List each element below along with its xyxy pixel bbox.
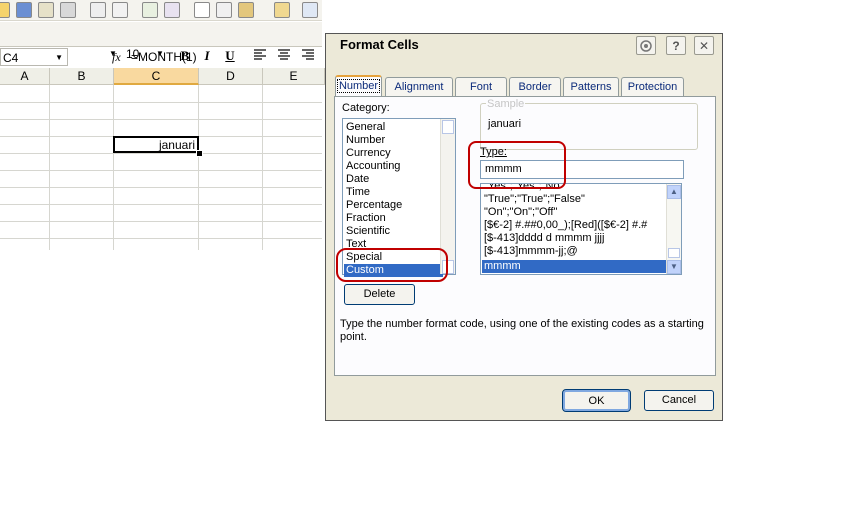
tab-protection[interactable]: Protection	[621, 77, 684, 96]
type-list[interactable]: "Yes";"Yes";"No" "True";"True";"False" "…	[480, 183, 682, 275]
align-center-button[interactable]	[275, 47, 293, 65]
tab-number-label: Number	[336, 79, 381, 93]
scrollbar-thumb[interactable]	[668, 248, 680, 258]
category-date[interactable]: Date	[346, 173, 369, 186]
annotation-oval-type	[468, 141, 566, 189]
undo-icon[interactable]	[302, 2, 318, 18]
formula-bar[interactable]: =MONTH(1)	[131, 50, 197, 64]
category-general[interactable]: General	[346, 121, 385, 134]
print-icon[interactable]	[60, 2, 76, 18]
delete-button[interactable]: Delete	[344, 284, 415, 305]
print-preview-zoom-icon[interactable]	[112, 2, 128, 18]
column-line	[198, 85, 199, 250]
category-fraction[interactable]: Fraction	[346, 212, 386, 225]
category-currency[interactable]: Currency	[346, 147, 391, 160]
type-item[interactable]: [$€-2] #.##0,00_);[Red]([$€-2] #.#	[484, 219, 647, 232]
type-item-selected[interactable]: mmmm	[482, 260, 667, 273]
category-label: Category:	[342, 102, 390, 114]
name-box-value: C4	[3, 51, 19, 65]
scroll-up-icon[interactable]: ▲	[667, 185, 681, 199]
scroll-down-icon[interactable]: ▼	[667, 260, 681, 274]
name-box[interactable]: C4 ▼	[0, 48, 68, 66]
column-line	[113, 85, 114, 250]
align-center-icon	[278, 49, 290, 60]
print-preview-icon[interactable]	[90, 2, 106, 18]
copy-icon[interactable]	[216, 2, 232, 18]
dialog-title-bar[interactable]: Format Cells ? ✕	[326, 34, 722, 58]
category-number[interactable]: Number	[346, 134, 385, 147]
type-item[interactable]: [$-413]dddd d mmmm jjjj	[484, 232, 604, 245]
tab-alignment[interactable]: Alignment	[385, 77, 453, 96]
fill-handle[interactable]	[196, 150, 203, 157]
insert-function-icon[interactable]: fx	[112, 50, 121, 65]
standard-toolbar	[0, 0, 322, 21]
paste-icon[interactable]	[238, 2, 254, 18]
help-button[interactable]: ?	[666, 36, 686, 55]
tab-patterns[interactable]: Patterns	[563, 77, 619, 96]
spelling-icon[interactable]	[142, 2, 158, 18]
description-text: Type the number format code, using one o…	[340, 318, 704, 343]
category-percentage[interactable]: Percentage	[346, 199, 402, 212]
scrollbar-thumb[interactable]	[442, 120, 454, 134]
align-right-button[interactable]	[299, 47, 317, 65]
research-icon[interactable]	[164, 2, 180, 18]
type-list-scrollbar[interactable]: ▲ ▼	[666, 184, 681, 274]
column-header-a[interactable]: A	[0, 68, 50, 85]
underline-button[interactable]: U	[221, 47, 239, 65]
permission-icon[interactable]	[38, 2, 54, 18]
category-time[interactable]: Time	[346, 186, 370, 199]
gear-icon	[640, 40, 652, 52]
column-line	[262, 85, 263, 250]
open-icon[interactable]	[0, 2, 10, 18]
column-header-d[interactable]: D	[199, 68, 263, 85]
category-scientific[interactable]: Scientific	[346, 225, 390, 238]
ok-button[interactable]: OK	[562, 389, 631, 412]
type-item[interactable]: "True";"True";"False"	[484, 193, 585, 206]
column-header-b[interactable]: B	[50, 68, 114, 85]
type-item[interactable]: "On";"On";"Off"	[484, 206, 557, 219]
column-header-e[interactable]: E	[263, 68, 325, 85]
italic-button[interactable]: I	[198, 47, 216, 65]
category-accounting[interactable]: Accounting	[346, 160, 400, 173]
active-cell-c4[interactable]: januari	[113, 136, 199, 153]
type-item[interactable]: [$-413]mmmm-jj;@	[484, 245, 578, 258]
format-cells-dialog: Format Cells ? ✕ Number Alignment Font B…	[325, 33, 723, 421]
align-right-icon	[302, 49, 314, 60]
tab-number[interactable]: Number	[335, 75, 382, 97]
align-left-icon	[254, 49, 266, 60]
chevron-down-icon[interactable]: ▼	[55, 49, 63, 67]
tab-font[interactable]: Font	[455, 77, 507, 96]
cancel-button[interactable]: Cancel	[644, 390, 714, 411]
align-left-button[interactable]	[251, 47, 269, 65]
format-painter-icon[interactable]	[274, 2, 290, 18]
dialog-title: Format Cells	[340, 37, 419, 52]
cut-icon[interactable]	[194, 2, 210, 18]
sample-legend: Sample	[486, 98, 526, 110]
formatting-toolbar: ▼ 10 ▼ B I U	[0, 22, 322, 63]
tab-border[interactable]: Border	[509, 77, 561, 96]
sample-value: januari	[488, 118, 522, 130]
annotation-oval-custom	[336, 248, 448, 282]
close-button[interactable]: ✕	[694, 36, 714, 55]
column-header-c[interactable]: C	[114, 68, 199, 85]
column-line	[49, 85, 50, 250]
save-icon[interactable]	[16, 2, 32, 18]
options-button[interactable]	[636, 36, 656, 55]
